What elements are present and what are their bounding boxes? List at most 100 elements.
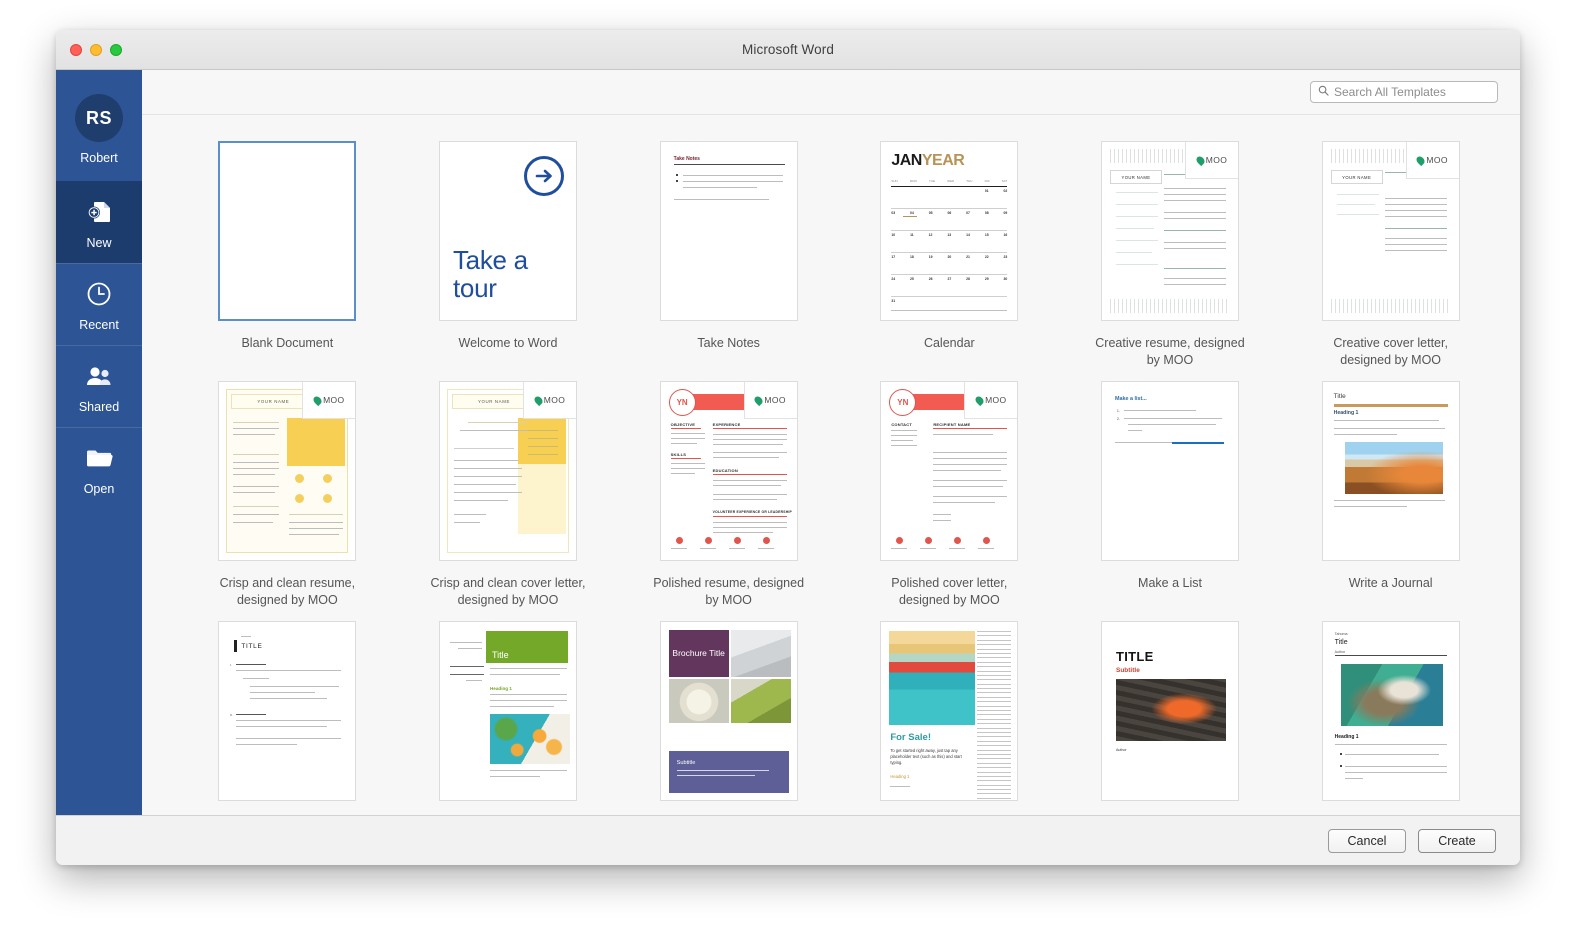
moo-logo: MOO	[964, 382, 1018, 419]
new-document-icon	[84, 195, 114, 229]
account-name: Robert	[80, 151, 118, 165]
template-thumbnail: Title Heading 1	[438, 621, 577, 801]
thumb-subtitle: Subtitle	[1115, 667, 1140, 674]
thumb-sidebar-lines	[977, 631, 1012, 800]
template-tile-newsletter[interactable]: Title Heading 1	[409, 621, 608, 815]
template-thumbnail: Take a tour	[438, 141, 577, 321]
template-tile-creative-resume[interactable]: YOUR NAME MOO Creative resume, designed …	[1071, 141, 1270, 381]
sidebar-item-label: Open	[83, 482, 115, 496]
moo-wordmark: MOO	[543, 395, 566, 405]
window-title: Microsoft Word	[742, 42, 834, 57]
sidebar-item-shared[interactable]: Shared	[56, 345, 142, 427]
template-thumbnail: TITLE Subtitle Author	[1100, 621, 1239, 801]
template-tile-crisp-clean-resume[interactable]: YOUR NAME MOO Crisp and clean resume, de…	[188, 381, 387, 621]
section-heading: CONTACT	[891, 422, 912, 427]
minimize-window-button[interactable]	[90, 44, 102, 56]
thumb-subtitle: Subtitle	[676, 760, 696, 766]
moo-wordmark: MOO	[1426, 155, 1448, 165]
search-icon	[1318, 83, 1329, 101]
template-tile-make-a-list[interactable]: Make a list... 1. 2. Make a List	[1071, 381, 1270, 621]
template-tile-blank-document[interactable]: Blank Document	[188, 141, 387, 381]
template-caption: Write a Journal	[1348, 576, 1433, 590]
template-tile-polished-resume[interactable]: YN OBJECTIVE SKILLS EXPERIENCE EDUCATION…	[629, 381, 828, 621]
template-thumbnail: YOUR NAME MOO	[1321, 141, 1460, 321]
sidebar: RS Robert New Recent Shared Open	[56, 70, 142, 815]
template-tile-welcome-to-word[interactable]: Take a tour Welcome to Word	[409, 141, 608, 381]
template-tile-calendar[interactable]: JANYEAR SUN MON TUE WED THU FRI SAT 01 0…	[850, 141, 1049, 381]
template-thumbnail: Take Notes	[659, 141, 798, 321]
template-tile-crisp-clean-cover-letter[interactable]: YOUR NAME MOO Crisp and clean cover lett…	[409, 381, 608, 621]
moo-wordmark: MOO	[985, 395, 1007, 405]
template-thumbnail: TITLE I. II.	[218, 621, 357, 801]
template-tile-creative-cover-letter[interactable]: YOUR NAME MOO Creative cover letter, des…	[1291, 141, 1490, 381]
sidebar-item-open[interactable]: Open	[56, 427, 142, 509]
avatar: RS	[75, 94, 123, 142]
template-thumbnail: YOUR NAME MOO	[438, 381, 577, 561]
template-tile-brochure[interactable]: Brochure Title Subtitle Brochure	[629, 621, 828, 815]
moo-logo: MOO	[1184, 142, 1238, 179]
thumb-photo	[1344, 442, 1443, 494]
template-caption: Crisp and clean resume, designed by MOO	[219, 576, 356, 607]
thumb-heading: Heading 1	[890, 774, 910, 779]
folder-icon	[84, 441, 114, 475]
template-caption: Welcome to Word	[458, 336, 558, 350]
moo-logo: MOO	[302, 382, 356, 419]
moo-logo: MOO	[522, 382, 576, 419]
thumb-body-text: To get started right away, just tap any …	[890, 748, 962, 766]
window-body: RS Robert New Recent Shared Open Search …	[56, 70, 1520, 815]
template-thumbnail	[218, 141, 357, 321]
main-panel: Blank Document Take a tour Welcome to	[142, 70, 1520, 815]
cancel-button[interactable]: Cancel	[1328, 828, 1406, 853]
moo-logo: MOO	[743, 382, 797, 419]
moo-logo: MOO	[1405, 142, 1459, 179]
moo-wordmark: MOO	[1205, 155, 1228, 165]
moo-drop-icon	[1415, 154, 1427, 166]
close-window-button[interactable]	[70, 44, 82, 56]
template-tile-create-an-outline[interactable]: TITLE I. II.	[188, 621, 387, 815]
accent-block-secondary: Subtitle	[668, 751, 789, 793]
template-caption: Polished cover letter, designed by MOO	[891, 576, 1008, 607]
clock-icon	[85, 277, 113, 311]
template-tile-write-a-journal[interactable]: Title Heading 1 Write a Journal	[1291, 381, 1490, 621]
template-thumbnail: For Sale! To get started right away, jus…	[880, 621, 1019, 801]
template-caption: Creative cover letter, designed by MOO	[1333, 336, 1448, 367]
sidebar-item-label: Shared	[78, 400, 120, 414]
template-tile-flyer[interactable]: For Sale! To get started right away, jus…	[850, 621, 1049, 815]
thumb-body-lines: 1. 2.	[1102, 382, 1238, 560]
thumb-title: TITLE	[1115, 649, 1154, 664]
thumb-photo	[889, 631, 976, 725]
thumb-photo	[489, 714, 570, 764]
section-heading: OBJECTIVE	[670, 422, 696, 427]
template-caption: Calendar	[923, 336, 975, 350]
template-thumbnail: JANYEAR SUN MON TUE WED THU FRI SAT 01 0…	[880, 141, 1019, 321]
create-button[interactable]: Create	[1418, 828, 1496, 853]
sidebar-account[interactable]: RS Robert	[56, 80, 142, 181]
moo-drop-icon	[311, 394, 324, 406]
template-thumbnail: YN CONTACT RECIPIENT NAME MOO	[880, 381, 1019, 561]
maximize-window-button[interactable]	[110, 44, 122, 56]
template-tile-polished-cover-letter[interactable]: YN CONTACT RECIPIENT NAME MOO Polished c…	[850, 381, 1049, 621]
thumb-photo	[730, 630, 791, 677]
thumb-body-lines: I. II.	[219, 622, 355, 800]
template-thumbnail: YN OBJECTIVE SKILLS EXPERIENCE EDUCATION…	[659, 381, 798, 561]
moo-drop-icon	[973, 394, 986, 406]
moo-wordmark: MOO	[764, 395, 786, 405]
template-thumbnail: YOUR NAME MOO	[1100, 141, 1239, 321]
arrow-right-circle-icon	[523, 156, 564, 196]
thumb-headline: For Sale!	[890, 732, 931, 743]
template-tile-take-notes[interactable]: Take Notes Take Notes	[629, 141, 828, 381]
search-input[interactable]	[1334, 85, 1490, 99]
template-tile-paper-cover-toc[interactable]: TITLE Subtitle Author Paper with Cover a…	[1071, 621, 1270, 815]
template-thumbnail: Brochure Title Subtitle	[659, 621, 798, 801]
search-box[interactable]	[1310, 81, 1498, 103]
template-thumbnail: YOUR NAME MOO	[218, 381, 357, 561]
search-bar	[142, 70, 1520, 115]
template-gallery: Blank Document Take a tour Welcome to Wo…	[142, 115, 1520, 815]
thumb-heading: Take a tour	[452, 245, 528, 303]
template-caption: Blank Document	[241, 336, 334, 350]
template-tile-research-paper[interactable]: Tahoma Title Author Heading 1	[1291, 621, 1490, 815]
section-heading: VOLUNTEER EXPERIENCE OR LEADERSHIP	[712, 510, 792, 514]
sidebar-item-new[interactable]: New	[56, 181, 142, 263]
template-thumbnail: Title Heading 1	[1321, 381, 1460, 561]
sidebar-item-recent[interactable]: Recent	[56, 263, 142, 345]
